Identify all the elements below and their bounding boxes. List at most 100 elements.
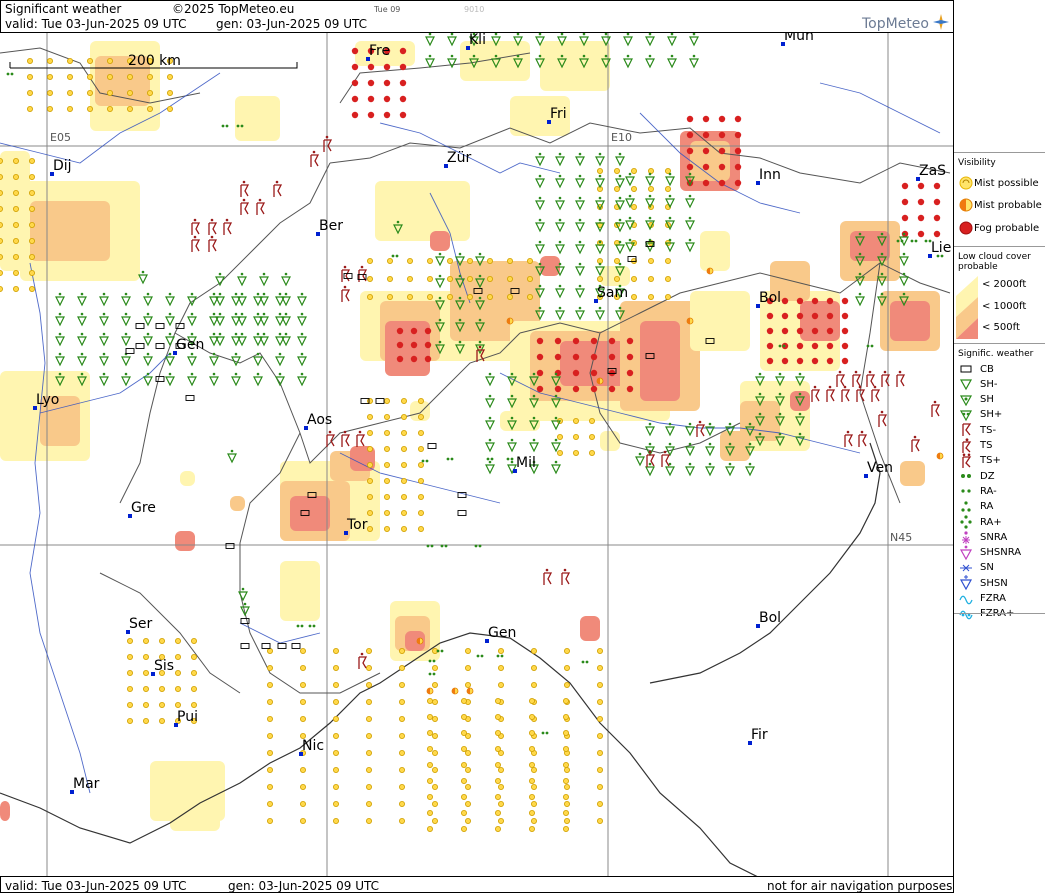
fog-symbol bbox=[841, 342, 849, 350]
mist-symbol bbox=[460, 714, 467, 721]
mist-symbol bbox=[557, 449, 564, 456]
city-label: Mil bbox=[516, 455, 536, 471]
city-label: ZaS bbox=[919, 163, 946, 179]
mist-symbol bbox=[26, 57, 33, 64]
shower-symbol bbox=[725, 462, 735, 477]
cb-symbol bbox=[240, 643, 250, 649]
shower-icon bbox=[959, 394, 973, 406]
mist-symbol bbox=[529, 746, 536, 753]
city-marker: Sis bbox=[151, 658, 174, 676]
mist-symbol bbox=[506, 257, 513, 264]
legend-label: RA+ bbox=[980, 516, 1002, 528]
shower-symbol bbox=[215, 292, 225, 307]
copyright: ©2025 TopMeteo.eu bbox=[172, 2, 295, 16]
legend-label: FZRA bbox=[980, 593, 1006, 604]
mist-symbol bbox=[87, 74, 94, 81]
mist-symbol bbox=[466, 293, 473, 300]
legend-snow: SN bbox=[958, 560, 994, 576]
mist-symbol bbox=[494, 746, 501, 753]
legend-drizzle: DZ bbox=[958, 468, 995, 484]
fog-symbol bbox=[396, 355, 404, 363]
cloud-cover-area bbox=[700, 231, 730, 271]
grid-label: E05 bbox=[50, 131, 71, 144]
mist-symbol bbox=[398, 733, 405, 740]
city-label: Lie bbox=[931, 240, 951, 256]
fog-symbol bbox=[572, 337, 580, 345]
mist-symbol bbox=[299, 818, 306, 825]
thunderstorm-symbol bbox=[543, 568, 553, 585]
mist-symbol bbox=[573, 417, 580, 424]
mist-symbol bbox=[464, 682, 471, 689]
mist-symbol bbox=[426, 794, 433, 801]
city-marker: Nic bbox=[299, 738, 324, 756]
mist-symbol bbox=[494, 810, 501, 817]
cb-symbol bbox=[457, 510, 467, 516]
shower-symbol bbox=[231, 372, 241, 387]
mist-symbol bbox=[464, 818, 471, 825]
shower-symbol bbox=[623, 54, 633, 69]
cloud-cover-area bbox=[290, 496, 330, 531]
legend-shower-snow-rain: SHSNRA bbox=[958, 545, 1021, 561]
shower-symbol bbox=[689, 54, 699, 69]
mist-symbol bbox=[494, 794, 501, 801]
mist-symbol bbox=[406, 275, 413, 282]
mist-symbol bbox=[531, 767, 538, 774]
mist-symbol bbox=[0, 286, 3, 292]
city-marker: Zür bbox=[444, 150, 471, 168]
mist-symbol bbox=[417, 493, 424, 500]
mist-symbol bbox=[28, 253, 35, 260]
mist-symbol bbox=[365, 665, 372, 672]
weather-map[interactable]: E05 E10 N45 Fre Kli Mun Fri Zür Dij Inn ZaS Ber Lie… bbox=[0, 32, 953, 877]
fog-symbol bbox=[933, 214, 941, 222]
mist-symbol bbox=[0, 222, 3, 228]
mist-symbol bbox=[87, 106, 94, 113]
fog-symbol bbox=[826, 312, 834, 320]
mist-symbol bbox=[529, 698, 536, 705]
shower-symbol bbox=[187, 352, 197, 367]
fog-symbol bbox=[626, 385, 634, 393]
mist-symbol bbox=[107, 57, 114, 64]
city-marker: Inn bbox=[756, 167, 781, 185]
mist-symbol bbox=[366, 493, 373, 500]
fog-symbol bbox=[572, 353, 580, 361]
mist-symbol bbox=[174, 670, 181, 677]
legend-label: < 1000ft bbox=[982, 301, 1027, 312]
fog-symbol bbox=[399, 63, 407, 71]
mist-symbol bbox=[464, 750, 471, 757]
mist-symbol bbox=[332, 665, 339, 672]
cloud-cover-area bbox=[0, 801, 10, 821]
compass-icon bbox=[933, 14, 950, 30]
cb-symbol bbox=[185, 395, 195, 401]
fog-symbol bbox=[702, 179, 710, 187]
mist-symbol bbox=[12, 173, 19, 180]
mist-symbol bbox=[529, 714, 536, 721]
legend-shower-heavy: SH+ bbox=[958, 407, 1002, 423]
mist-probable-symbol bbox=[686, 317, 694, 325]
cloud-cover-area bbox=[600, 266, 630, 286]
city-marker: Mun bbox=[781, 33, 814, 46]
legend-divider bbox=[954, 246, 1045, 247]
thunderstorm-symbol bbox=[841, 385, 851, 402]
fog-symbol bbox=[917, 230, 925, 238]
mist-symbol bbox=[529, 730, 536, 737]
fog-symbol bbox=[734, 115, 742, 123]
mist-symbol bbox=[426, 762, 433, 769]
shower-symbol bbox=[165, 372, 175, 387]
mist-symbol bbox=[366, 257, 373, 264]
mist-symbol bbox=[0, 190, 3, 196]
shower-symbol bbox=[575, 174, 585, 189]
mist-symbol bbox=[564, 818, 571, 825]
mist-symbol bbox=[332, 784, 339, 791]
time-tab: Tue 09 bbox=[374, 5, 401, 14]
mist-symbol bbox=[299, 767, 306, 774]
shower-symbol bbox=[555, 152, 565, 167]
mist-probable-symbol bbox=[506, 317, 514, 325]
shower-symbol bbox=[165, 312, 175, 327]
fog-symbol bbox=[590, 369, 598, 377]
fog-probable-icon bbox=[959, 221, 973, 235]
mist-symbol bbox=[332, 682, 339, 689]
shower-symbol bbox=[485, 416, 495, 431]
shower-symbol bbox=[575, 196, 585, 211]
mist-symbol bbox=[564, 648, 571, 655]
fog-symbol bbox=[554, 337, 562, 345]
